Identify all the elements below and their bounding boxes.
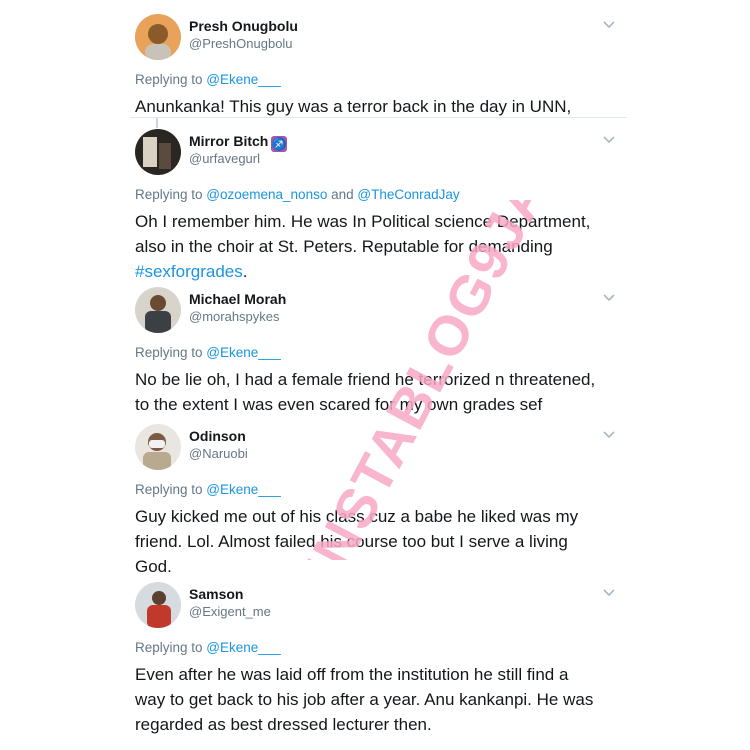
tweet-text-line: Guy kicked me out of his class cuz a bab… [135, 507, 579, 526]
divider [130, 117, 627, 118]
tweet-text: Oh I remember him. He was In Political s… [135, 209, 615, 284]
mention-link[interactable]: @Ekene___ [206, 345, 281, 360]
user-handle[interactable]: @Exigent_me [189, 604, 271, 619]
display-name[interactable]: Samson [189, 586, 243, 602]
avatar-image [135, 582, 181, 628]
replying-separator: and [327, 187, 358, 202]
hashtag-suffix: . [242, 262, 248, 281]
avatar-image [135, 14, 181, 60]
replying-label: Replying to [135, 640, 207, 655]
replying-label: Replying to [135, 72, 207, 87]
tweet-feed: Presh Onugbolu @PreshOnugbolu Replying t… [0, 0, 750, 750]
tweet-text-line: No be lie oh, I had a female friend he t… [135, 370, 596, 389]
replying-label: Replying to [135, 187, 207, 202]
display-name[interactable]: Presh Onugbolu [189, 18, 298, 34]
hashtag-link[interactable]: #sexforgrades [135, 262, 243, 281]
tweet-text-line: God. [135, 557, 172, 576]
mention-link[interactable]: @TheConradJay [357, 187, 459, 202]
chevron-down-icon[interactable] [602, 430, 616, 440]
replying-label: Replying to [135, 345, 207, 360]
replying-to: Replying to @Ekene___ [135, 482, 281, 497]
user-handle[interactable]: @Naruobi [189, 446, 248, 461]
replying-to: Replying to @Ekene___ [135, 345, 281, 360]
avatar[interactable] [135, 14, 181, 60]
avatar[interactable] [135, 287, 181, 333]
tweet-text-line: Oh I remember him. He was In Political s… [135, 212, 591, 231]
user-handle[interactable]: @morahspykes [189, 309, 280, 324]
avatar[interactable] [135, 582, 181, 628]
tweet-text: Even after he was laid off from the inst… [135, 662, 615, 737]
avatar-image [135, 129, 181, 175]
mention-link[interactable]: @Ekene___ [206, 482, 281, 497]
replying-to: Replying to @ozoemena_nonso and @TheConr… [135, 187, 460, 202]
chevron-down-icon[interactable] [602, 588, 616, 598]
tweet-text-line: way to get back to his job after a year.… [135, 690, 594, 709]
tweet-text: Guy kicked me out of his class cuz a bab… [135, 504, 615, 579]
tweet-text-line: regarded as best dressed lecturer then. [135, 715, 432, 734]
avatar[interactable] [135, 424, 181, 470]
tweet-text: No be lie oh, I had a female friend he t… [135, 367, 615, 417]
avatar[interactable] [135, 129, 181, 175]
avatar-image [135, 424, 181, 470]
user-handle[interactable]: @urfavegurl [189, 151, 260, 166]
chevron-down-icon[interactable] [602, 20, 616, 30]
tweet-text: Anunkanka! This guy was a terror back in… [135, 94, 615, 119]
chevron-down-icon[interactable] [602, 293, 616, 303]
mention-link[interactable]: @Ekene___ [206, 72, 281, 87]
mention-link[interactable]: @Ekene___ [206, 640, 281, 655]
tweet-text-line: Anunkanka! This guy was a terror back in… [135, 97, 572, 116]
replying-to: Replying to @Ekene___ [135, 72, 281, 87]
tweet-text-line: #sexforgrades. [135, 259, 615, 284]
display-name-text: Mirror Bitch [189, 133, 269, 149]
thread-line [156, 118, 158, 128]
tweet-text-line: to the extent I was even scared for my o… [135, 395, 543, 414]
tweet-text-line: also in the choir at St. Peters. Reputab… [135, 237, 553, 256]
mention-link[interactable]: @ozoemena_nonso [206, 187, 327, 202]
avatar-image [135, 287, 181, 333]
display-name[interactable]: Michael Morah [189, 291, 286, 307]
chevron-down-icon[interactable] [602, 135, 616, 145]
display-name[interactable]: Mirror Bitch ♐ [189, 133, 288, 152]
replying-label: Replying to [135, 482, 207, 497]
tweet-text-line: friend. Lol. Almost failed his course to… [135, 532, 568, 551]
sagittarius-icon: ♐ [271, 136, 288, 152]
display-name[interactable]: Odinson [189, 428, 246, 444]
replying-to: Replying to @Ekene___ [135, 640, 281, 655]
user-handle[interactable]: @PreshOnugbolu [189, 36, 293, 51]
tweet-text-line: Even after he was laid off from the inst… [135, 665, 569, 684]
